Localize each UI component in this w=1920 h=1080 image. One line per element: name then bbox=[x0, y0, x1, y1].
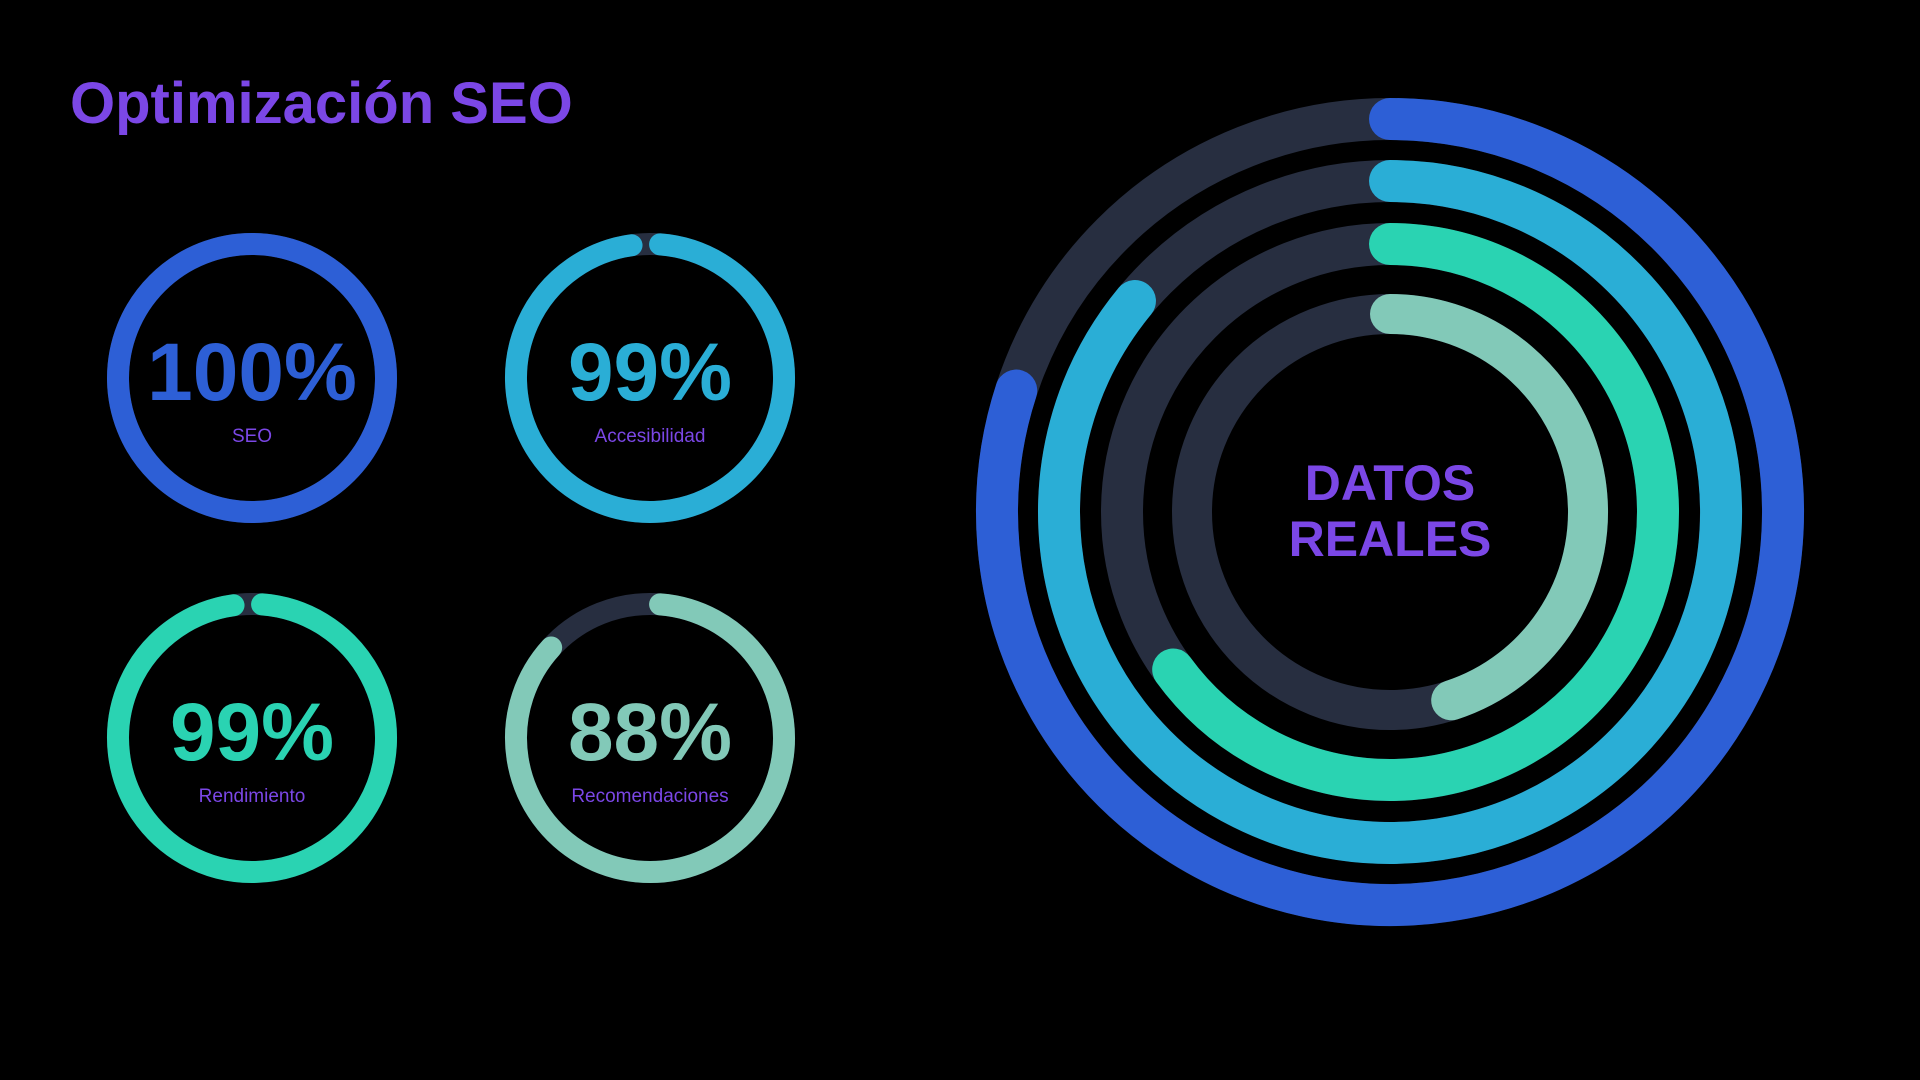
radial-center-label-line2: REALES bbox=[1289, 511, 1492, 567]
donut-card-accesibilidad: 99% Accesibilidad bbox=[505, 233, 796, 523]
donut-value: 99% bbox=[170, 687, 334, 778]
seo-charts: 100% SEO 99% Accesibilidad 99% Rendimiento 88%… bbox=[107, 98, 1804, 926]
donut-card-seo: 100% SEO bbox=[107, 233, 397, 523]
donut-label: Accesibilidad bbox=[595, 426, 706, 447]
donut-card-recomendaciones: 88% Recomendaciones bbox=[505, 593, 795, 883]
donut-value: 99% bbox=[568, 327, 732, 418]
donut-card-rendimiento: 99% Rendimiento bbox=[107, 593, 398, 883]
donut-value: 88% bbox=[568, 687, 732, 778]
donut-cards: 100% SEO 99% Accesibilidad 99% Rendimiento 88%… bbox=[107, 233, 796, 883]
dashboard-slide: Optimización SEO 100% SEO 99% Accesibilidad… bbox=[0, 0, 1920, 1080]
donut-label: Recomendaciones bbox=[571, 786, 728, 807]
donut-label: Rendimiento bbox=[199, 786, 306, 807]
radial-center-label-line1: DATOS bbox=[1305, 455, 1475, 511]
donut-value: 100% bbox=[147, 327, 357, 418]
radial-bar-chart: DATOSREALES bbox=[976, 98, 1804, 926]
donut-label: SEO bbox=[232, 426, 272, 447]
